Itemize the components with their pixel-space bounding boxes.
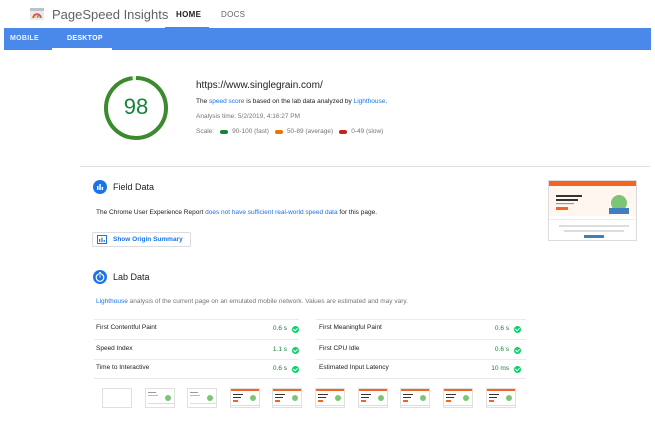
scale-fast-label: 90-100 (fast) [232, 128, 269, 135]
tab-desktop-indicator [52, 48, 112, 50]
report-icon [97, 235, 107, 244]
filmstrip-frame [315, 388, 345, 408]
filmstrip-frame [486, 388, 516, 408]
nav-docs[interactable]: DOCS [221, 10, 245, 19]
filmstrip-frame [187, 388, 217, 408]
metric-divider [316, 359, 526, 360]
metric-time-to-interactive-label: Time to Interactive [96, 364, 150, 371]
app-title: PageSpeed Insights [52, 7, 169, 22]
metric-first-contentful-paint-label: First Contentful Paint [96, 324, 157, 331]
stopwatch-icon [93, 270, 107, 284]
page-screenshot-thumbnail [548, 180, 637, 241]
desc-text: is based on the lab data analyzed by [244, 98, 354, 105]
check-circle-icon [514, 326, 521, 333]
filmstrip-frame [272, 388, 302, 408]
field-data-text: The Chrome User Experience Report does n… [96, 209, 377, 216]
check-circle-icon [292, 347, 299, 354]
check-circle-icon [292, 326, 299, 333]
bar-chart-icon [93, 180, 107, 194]
metric-divider [316, 378, 526, 379]
metric-divider [316, 319, 526, 320]
scale-average-swatch [274, 129, 283, 134]
filmstrip-frame [230, 388, 260, 408]
scale-slow-swatch [339, 129, 348, 134]
metric-divider [316, 339, 526, 340]
scale-slow-label: 0-49 (slow) [351, 128, 384, 135]
metric-divider [94, 378, 299, 379]
scale-label: Scale: [196, 128, 215, 135]
score-description: The speed score is based on the lab data… [196, 98, 387, 105]
metric-speed-index-label: Speed Index [96, 345, 133, 352]
metric-speed-index-value: 1.1 s [272, 346, 287, 353]
metric-first-contentful-paint-value: 0.6 s [272, 325, 287, 332]
check-circle-icon [292, 366, 299, 373]
scale-average-label: 50-89 (average) [286, 128, 334, 135]
desc-text: . [385, 98, 388, 105]
filmstrip-frame [443, 388, 473, 408]
metric-first-meaningful-paint-value: 0.6 s [494, 325, 509, 332]
analyzed-url: https://www.singlegrain.com/ [196, 80, 323, 91]
speed-score-link[interactable]: speed score [209, 98, 244, 105]
filmstrip-frame [145, 388, 175, 408]
metric-first-meaningful-paint-label: First Meaningful Paint [319, 324, 382, 331]
section-divider [80, 166, 650, 167]
filmstrip-frame [358, 388, 388, 408]
analysis-time: Analysis time: 5/2/2019, 4:16:27 PM [196, 113, 301, 120]
score-scale: Scale: 90-100 (fast) 50-89 (average) 0-4… [196, 128, 383, 135]
metric-first-cpu-idle-value: 0.6 s [494, 346, 509, 353]
show-origin-summary-label[interactable]: Show Origin Summary [113, 236, 183, 243]
field-text-part: for this page. [337, 209, 377, 216]
lab-data-text: Lighthouse analysis of the current page … [96, 298, 408, 305]
metric-divider [94, 339, 299, 340]
lighthouse-link[interactable]: Lighthouse [96, 298, 128, 305]
tab-desktop[interactable]: DESKTOP [67, 35, 103, 42]
metric-first-cpu-idle-label: First CPU Idle [319, 345, 360, 352]
field-text-part: The Chrome User Experience Report [96, 209, 206, 216]
tab-mobile[interactable]: MOBILE [10, 35, 39, 42]
nav-home[interactable]: HOME [176, 10, 201, 19]
check-circle-icon [514, 366, 521, 373]
lab-data-title: Lab Data [113, 272, 150, 282]
metric-estimated-input-latency-label: Estimated Input Latency [319, 364, 389, 371]
filmstrip-frame [102, 388, 132, 408]
metric-time-to-interactive-value: 0.6 s [272, 365, 287, 372]
insufficient-data-link[interactable]: does not have sufficient real-world spee… [205, 209, 338, 216]
scale-fast-swatch [220, 129, 229, 134]
desc-text: The [196, 98, 210, 105]
lighthouse-link[interactable]: Lighthouse [354, 98, 386, 105]
check-circle-icon [514, 347, 521, 354]
field-data-title: Field Data [113, 182, 155, 192]
metric-estimated-input-latency-value: 10 ms [491, 365, 509, 372]
filmstrip-frame [400, 388, 430, 408]
performance-score: 98 [123, 94, 149, 119]
metric-divider [94, 319, 299, 320]
metric-divider [94, 359, 299, 360]
pagespeed-logo [30, 8, 44, 20]
lab-text-part: analysis of the current page on an emula… [127, 298, 408, 305]
